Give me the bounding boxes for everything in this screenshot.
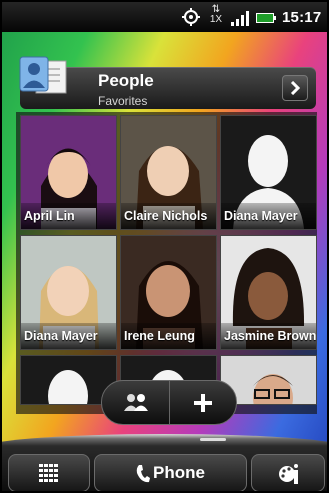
contact-tile[interactable]: Diana Mayer bbox=[20, 235, 117, 350]
contact-name: Diana Mayer bbox=[224, 209, 298, 223]
groups-button[interactable] bbox=[102, 381, 168, 424]
widget-subtitle: Favorites bbox=[98, 94, 148, 108]
contact-tile[interactable]: Jasmine Brown bbox=[220, 235, 317, 350]
contact-name: Diana Mayer bbox=[24, 329, 98, 343]
group-icon bbox=[124, 394, 148, 411]
add-contact-button[interactable] bbox=[170, 381, 236, 424]
network-label: 1X bbox=[209, 14, 223, 25]
contact-card-icon bbox=[19, 56, 67, 94]
people-widget: People Favorites April Lin Claire Nichol… bbox=[16, 56, 317, 414]
home-screen: ⇅ 1X 15:17 People Favorites April Lin Cl… bbox=[2, 2, 327, 491]
chevron-right-icon bbox=[290, 81, 301, 95]
contact-tile[interactable]: April Lin bbox=[20, 115, 117, 230]
plus-icon bbox=[194, 394, 212, 412]
widget-title: People bbox=[98, 71, 154, 90]
phone-handset-icon bbox=[136, 465, 150, 483]
people-widget-controls bbox=[101, 380, 237, 425]
status-bar: ⇅ 1X 15:17 bbox=[2, 2, 327, 32]
contact-name: Claire Nichols bbox=[124, 209, 208, 223]
contact-name: Jasmine Brown bbox=[224, 329, 317, 343]
widget-header[interactable]: People Favorites bbox=[19, 56, 316, 109]
contact-tile[interactable]: Irene Leung bbox=[120, 235, 217, 350]
gps-icon bbox=[182, 8, 200, 26]
contact-tile[interactable]: Diana Mayer bbox=[220, 115, 317, 230]
contact-name: Irene Leung bbox=[124, 329, 195, 343]
clock: 15:17 bbox=[282, 9, 322, 26]
contact-name: April Lin bbox=[24, 209, 75, 223]
contact-tile[interactable]: Claire Nichols bbox=[120, 115, 217, 230]
phone-label: Phone bbox=[153, 463, 205, 482]
personalize-button[interactable] bbox=[251, 454, 325, 491]
signal-icon bbox=[231, 11, 249, 26]
dock-handle[interactable] bbox=[200, 438, 226, 441]
all-apps-grid-icon bbox=[39, 464, 58, 482]
all-apps-button[interactable] bbox=[8, 454, 90, 491]
personalize-icon bbox=[279, 464, 298, 484]
network-1x-icon: ⇅ 1X bbox=[209, 4, 223, 25]
battery-icon bbox=[256, 13, 276, 23]
phone-button[interactable]: Phone bbox=[94, 454, 247, 491]
open-people-button[interactable] bbox=[282, 75, 308, 101]
